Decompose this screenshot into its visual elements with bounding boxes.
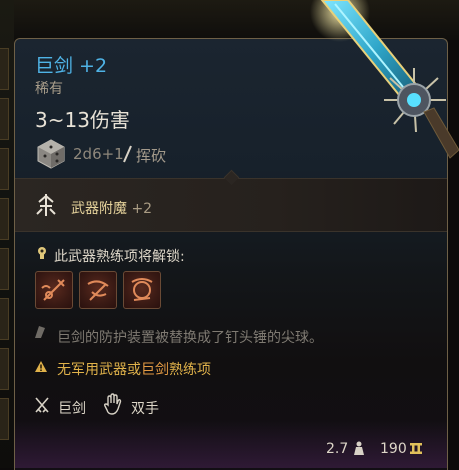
- proficiency-warning: 无军用武器或巨剑熟练项: [57, 359, 211, 379]
- warning-highlight: 巨剑: [141, 362, 169, 378]
- item-price: 190: [380, 441, 407, 457]
- hotbar-slot[interactable]: [0, 398, 9, 440]
- weight-icon: [354, 441, 364, 455]
- hotbar-slot[interactable]: [0, 148, 9, 190]
- slash-icon: [123, 145, 132, 163]
- greatsword-art: [310, 0, 459, 159]
- item-description: 巨剑的防护装置被替换成了钉头锤的尖球。: [57, 330, 323, 346]
- enchantment-label: 武器附魔 +2: [71, 198, 152, 218]
- proficiency-unlock-label: 此武器熟练项将解锁:: [54, 249, 185, 265]
- action-skill-2-icon: [87, 280, 109, 301]
- weapon-type-tag: 巨剑: [58, 401, 86, 417]
- feather-icon: [35, 326, 45, 338]
- damage-dice: 2d6+1: [73, 145, 124, 163]
- item-rarity: 稀有: [35, 81, 63, 97]
- warning-suffix: 熟练项: [169, 362, 211, 378]
- item-name: 巨剑 +2: [35, 55, 108, 77]
- action-skill-3-icon: [131, 278, 153, 301]
- hotbar-slot[interactable]: [0, 248, 9, 290]
- hotbar-slot[interactable]: [0, 298, 9, 340]
- damage-type: 挥砍: [136, 147, 167, 165]
- hotbar-slot[interactable]: [0, 348, 9, 390]
- enchantment-bonus: +2: [131, 201, 153, 217]
- warning-prefix: 无军用武器或: [57, 362, 141, 378]
- action-skill-1[interactable]: [35, 271, 73, 309]
- item-weight: 2.7: [326, 441, 349, 457]
- action-skill-2[interactable]: [79, 271, 117, 309]
- dice-icon: [37, 139, 65, 169]
- crossed-swords-icon: [35, 397, 49, 413]
- warning-icon: [35, 361, 47, 372]
- action-skill-3[interactable]: [123, 271, 161, 309]
- damage-range: 3~13伤害: [35, 108, 130, 132]
- handedness-tag: 双手: [131, 401, 159, 417]
- hotbar-slot[interactable]: [0, 98, 9, 140]
- hotbar-slot[interactable]: [0, 48, 9, 90]
- hand-icon: [103, 393, 122, 415]
- weapon-enchant-icon: [36, 194, 56, 216]
- hotbar-slot[interactable]: [0, 198, 9, 240]
- unlock-icon: [38, 247, 46, 259]
- enchantment-name: 武器附魔: [71, 201, 127, 217]
- gold-coin-icon: [410, 443, 422, 454]
- action-skill-1-icon: [41, 279, 65, 301]
